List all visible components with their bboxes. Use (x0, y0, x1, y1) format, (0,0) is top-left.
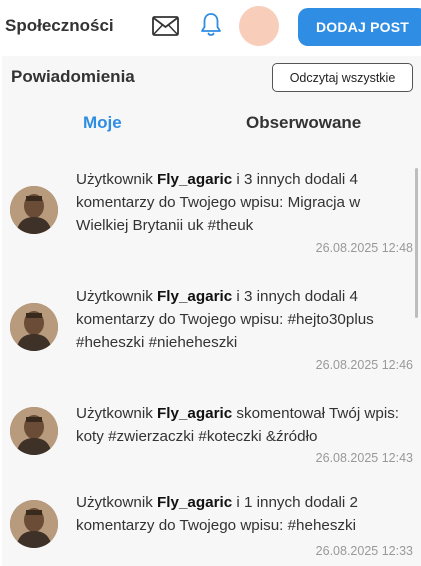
notification-user[interactable]: Fly_agaric (157, 405, 232, 422)
communities-link[interactable]: Społeczności (5, 16, 114, 36)
user-avatar[interactable] (239, 6, 279, 46)
notification-prefix: Użytkownik (76, 494, 158, 511)
notification-user[interactable]: Fly_agaric (157, 171, 232, 188)
portrait-image (10, 500, 58, 548)
notification-user[interactable]: Fly_agaric (157, 288, 232, 305)
notification-prefix: Użytkownik (76, 288, 158, 305)
notifications-panel: Powiadomienia Odczytaj wszystkie Moje Ob… (2, 56, 421, 566)
tab-mine[interactable]: Moje (83, 113, 122, 133)
mail-icon[interactable] (152, 16, 179, 36)
notification-time: 26.08.2025 12:46 (315, 358, 413, 372)
notification-user[interactable]: Fly_agaric (157, 494, 232, 511)
bell-icon[interactable] (199, 12, 223, 38)
portrait-image (10, 186, 58, 234)
notification-time: 26.08.2025 12:43 (315, 451, 413, 465)
portrait-image (10, 407, 58, 455)
read-all-button[interactable]: Odczytaj wszystkie (272, 63, 413, 92)
tab-followed[interactable]: Obserwowane (246, 113, 361, 133)
notification-avatar (10, 303, 58, 351)
notification-prefix: Użytkownik (76, 171, 158, 188)
notification-text: Użytkownik Fly_agaric i 3 innych dodali … (76, 285, 406, 354)
notification-time: 26.08.2025 12:48 (315, 241, 413, 255)
notification-prefix: Użytkownik (76, 405, 158, 422)
notification-time: 26.08.2025 12:33 (315, 544, 413, 558)
notification-text: Użytkownik Fly_agaric skomentował Twój w… (76, 402, 406, 448)
notification-avatar (10, 407, 58, 455)
notification-item[interactable]: Użytkownik Fly_agaric i 3 innych dodali … (2, 285, 414, 385)
notification-item[interactable]: Użytkownik Fly_agaric i 1 innych dodali … (2, 491, 414, 566)
portrait-image (10, 303, 58, 351)
top-bar: Społeczności DODAJ POST (0, 0, 421, 56)
scrollbar[interactable] (415, 168, 418, 318)
notification-text: Użytkownik Fly_agaric i 3 innych dodali … (76, 168, 406, 237)
notification-avatar (10, 500, 58, 548)
notification-avatar (10, 186, 58, 234)
notification-item[interactable]: Użytkownik Fly_agaric skomentował Twój w… (2, 402, 414, 482)
notification-item[interactable]: Użytkownik Fly_agaric i 3 innych dodali … (2, 168, 414, 268)
add-post-button[interactable]: DODAJ POST (298, 8, 421, 46)
notification-text: Użytkownik Fly_agaric i 1 innych dodali … (76, 491, 406, 537)
panel-title: Powiadomienia (11, 67, 135, 86)
